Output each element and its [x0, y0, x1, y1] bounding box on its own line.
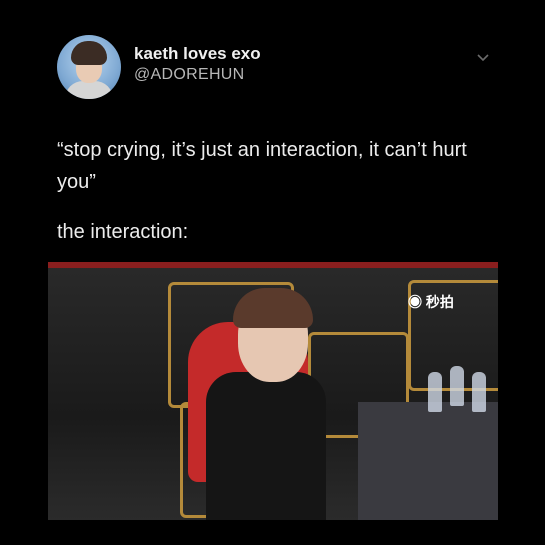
- table: [358, 402, 498, 520]
- tweet-text: “stop crying, it’s just an interaction, …: [57, 139, 467, 193]
- tweet-text-2: the interaction:: [57, 221, 189, 243]
- bottle: [428, 372, 442, 412]
- chevron-down-icon[interactable]: [476, 50, 490, 64]
- avatar-shirt: [65, 81, 113, 99]
- avatar-hair: [71, 41, 107, 65]
- bottle: [450, 366, 464, 406]
- display-name[interactable]: kaeth loves exo: [134, 44, 261, 64]
- person-hair: [233, 288, 313, 328]
- bottle: [472, 372, 486, 412]
- media-video[interactable]: ◉ 秒拍: [48, 262, 498, 520]
- video-watermark: ◉ 秒拍: [408, 294, 454, 310]
- avatar[interactable]: [57, 35, 121, 99]
- person-jacket: [206, 372, 326, 520]
- media-top-bar: [48, 262, 498, 268]
- handle[interactable]: @ADOREHUN: [134, 66, 245, 84]
